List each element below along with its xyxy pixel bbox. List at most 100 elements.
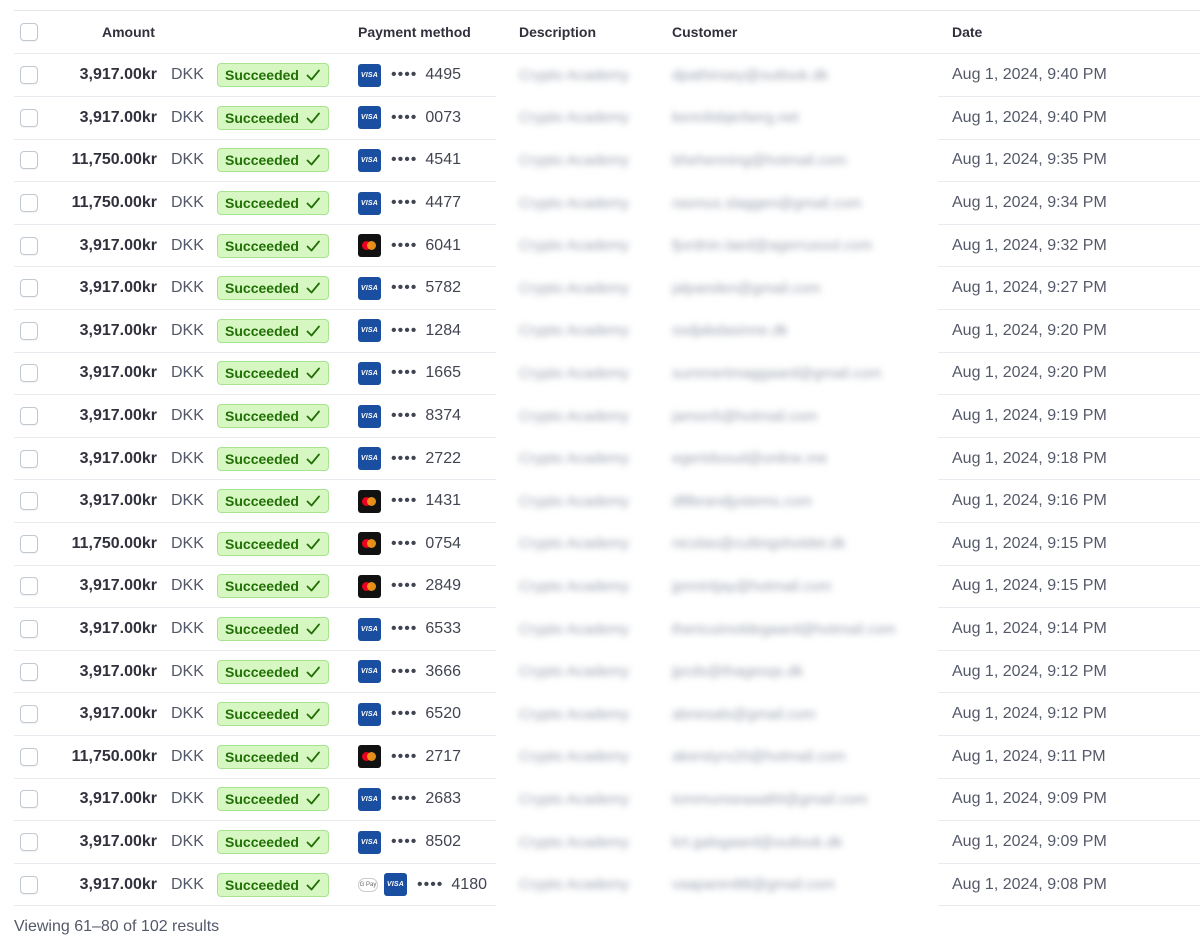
row-select-cell[interactable] [20,437,38,480]
customer-cell[interactable]: egertdsoud@online.me [672,437,827,480]
customer-cell[interactable]: thericuimoldegaard@hotmail.com [672,608,896,651]
customer-cell[interactable]: fjordnin.laed@agerrusool.com [672,224,872,267]
table-row[interactable]: 3,917.00kr DKK Succeeded VISA •••• 1284 Crypto… [0,310,1200,353]
header-payment-method[interactable]: Payment method [358,11,471,54]
row-checkbox[interactable] [20,662,38,681]
customer-email[interactable]: abnesals@gmail.com [672,706,816,723]
table-row[interactable]: 11,750.00kr DKK Succeeded •••• 2717 Crypto Ac… [0,736,1200,779]
row-checkbox[interactable] [20,407,38,426]
table-row[interactable]: 3,917.00kr DKK Succeeded VISA •••• 6533 Crypto… [0,608,1200,651]
row-checkbox[interactable] [20,236,38,255]
customer-cell[interactable]: jamon5@hotmail.com [672,395,817,438]
row-select-cell[interactable] [20,182,38,225]
row-select-cell[interactable] [20,778,38,821]
row-select-cell[interactable] [20,480,38,523]
customer-email[interactable]: krt.galsgaard@outlook.dk [672,834,842,851]
row-select-cell[interactable] [20,565,38,608]
customer-email[interactable]: dpathinsey@outlook.dk [672,67,828,84]
row-checkbox[interactable] [20,875,38,894]
table-row[interactable]: 3,917.00kr DKK Succeeded VISA •••• 5782 Crypto… [0,267,1200,310]
row-select-cell[interactable] [20,650,38,693]
customer-email[interactable]: rasmus.slaggen@gmail.com [672,195,861,212]
row-select-cell[interactable] [20,736,38,779]
header-description[interactable]: Description [519,11,596,54]
row-checkbox[interactable] [20,449,38,468]
table-row[interactable]: 11,750.00kr DKK Succeeded •••• 0754 Crypto Ac… [0,523,1200,566]
table-row[interactable]: 3,917.00kr DKK Succeeded •••• 1431 Crypto Aca… [0,480,1200,523]
table-row[interactable]: 11,750.00kr DKK Succeeded VISA •••• 4541 Crypt… [0,139,1200,183]
customer-cell[interactable]: dlllbrandjystems.com [672,480,812,523]
row-checkbox[interactable] [20,364,38,383]
header-date[interactable]: Date [952,11,982,54]
table-row[interactable]: 3,917.00kr DKK Succeeded VISA •••• 2722 Crypto… [0,437,1200,481]
row-select-cell[interactable] [20,54,38,97]
header-amount[interactable]: Amount [102,11,155,54]
customer-cell[interactable]: jalpanden@gmail.com [672,267,821,310]
customer-email[interactable]: kennilsbjerberg.net [672,109,799,126]
row-select-cell[interactable] [20,608,38,651]
row-checkbox[interactable] [20,151,38,170]
customer-cell[interactable]: krt.galsgaard@outlook.dk [672,821,842,864]
row-select-cell[interactable] [20,693,38,736]
row-checkbox[interactable] [20,279,38,298]
customer-email[interactable]: thericuimoldegaard@hotmail.com [672,621,896,638]
table-row[interactable]: 3,917.00kr DKK Succeeded VISA •••• 4495 Crypto… [0,54,1200,97]
row-checkbox[interactable] [20,747,38,766]
customer-cell[interactable]: vaaparen88@gmail.com [672,863,835,906]
table-row[interactable]: 3,917.00kr DKK Succeeded VISA •••• 6520 Crypto… [0,693,1200,736]
header-customer[interactable]: Customer [672,11,737,54]
customer-email[interactable]: tommunseaaa89@gmail.com [672,791,867,808]
customer-email[interactable]: summertmaggaard@gmail.com [672,365,881,382]
customer-email[interactable]: jalpanden@gmail.com [672,280,821,297]
customer-cell[interactable]: summertmaggaard@gmail.com [672,352,881,395]
customer-email[interactable]: nicolas@cultingsholdet.dk [672,535,846,552]
customer-email[interactable]: fjordnin.laed@agerrusool.com [672,237,872,254]
row-checkbox[interactable] [20,66,38,85]
customer-email[interactable]: jpnnintjay@hotmail.com [672,578,831,595]
customer-email[interactable]: dlllbrandjystems.com [672,493,812,510]
row-checkbox[interactable] [20,321,38,340]
row-select-cell[interactable] [20,139,38,182]
row-select-cell[interactable] [20,267,38,310]
table-row[interactable]: 3,917.00kr DKK Succeeded •••• 2849 Crypto Aca… [0,565,1200,609]
customer-cell[interactable]: jpnnintjay@hotmail.com [672,565,831,608]
row-select-cell[interactable] [20,821,38,864]
row-checkbox[interactable] [20,492,38,511]
row-checkbox[interactable] [20,577,38,596]
row-checkbox[interactable] [20,108,38,127]
row-checkbox[interactable] [20,534,38,553]
customer-email[interactable]: ssdjabdasinne.dk [672,322,788,339]
table-row[interactable]: 3,917.00kr DKK Succeeded VISA •••• 8374 Crypto… [0,395,1200,438]
row-select-cell[interactable] [20,523,38,566]
customer-cell[interactable]: akerstyrx20@hotmail.com [672,736,846,779]
customer-cell[interactable]: jpcds@thagesqs.dk [672,650,803,693]
row-select-cell[interactable] [20,863,38,906]
row-select-cell[interactable] [20,310,38,353]
table-row[interactable]: 3,917.00kr DKK Succeeded VISA •••• 0073 Crypto… [0,97,1200,140]
row-checkbox[interactable] [20,620,38,639]
customer-email[interactable]: bhehenning@hotmail.com [672,152,847,169]
customer-email[interactable]: jamon5@hotmail.com [672,408,817,425]
customer-email[interactable]: vaaparen88@gmail.com [672,876,835,893]
table-row[interactable]: 11,750.00kr DKK Succeeded VISA •••• 4477 Crypt… [0,182,1200,225]
table-row[interactable]: 3,917.00kr DKK Succeeded VISA •••• 8502 Crypto… [0,821,1200,864]
row-checkbox[interactable] [20,790,38,809]
row-select-cell[interactable] [20,395,38,438]
customer-cell[interactable]: abnesals@gmail.com [672,693,816,736]
row-checkbox[interactable] [20,833,38,852]
customer-cell[interactable]: bhehenning@hotmail.com [672,139,847,182]
select-all-checkbox[interactable] [20,23,38,41]
row-select-cell[interactable] [20,224,38,267]
table-row[interactable]: 3,917.00kr DKK Succeeded VISA •••• 2683 Crypto… [0,778,1200,822]
row-select-cell[interactable] [20,352,38,395]
table-row[interactable]: 3,917.00kr DKK Succeeded VISA •••• 1665 Crypto… [0,352,1200,396]
row-select-cell[interactable] [20,97,38,140]
customer-email[interactable]: akerstyrx20@hotmail.com [672,748,846,765]
row-checkbox[interactable] [20,705,38,724]
table-row[interactable]: 3,917.00kr DKK Succeeded G Pay VISA •••• 4180 C… [0,863,1200,907]
select-all-cell[interactable] [20,11,38,54]
table-row[interactable]: 3,917.00kr DKK Succeeded •••• 6041 Crypto Aca… [0,224,1200,268]
row-checkbox[interactable] [20,194,38,213]
customer-cell[interactable]: ssdjabdasinne.dk [672,310,788,353]
customer-email[interactable]: jpcds@thagesqs.dk [672,663,803,680]
